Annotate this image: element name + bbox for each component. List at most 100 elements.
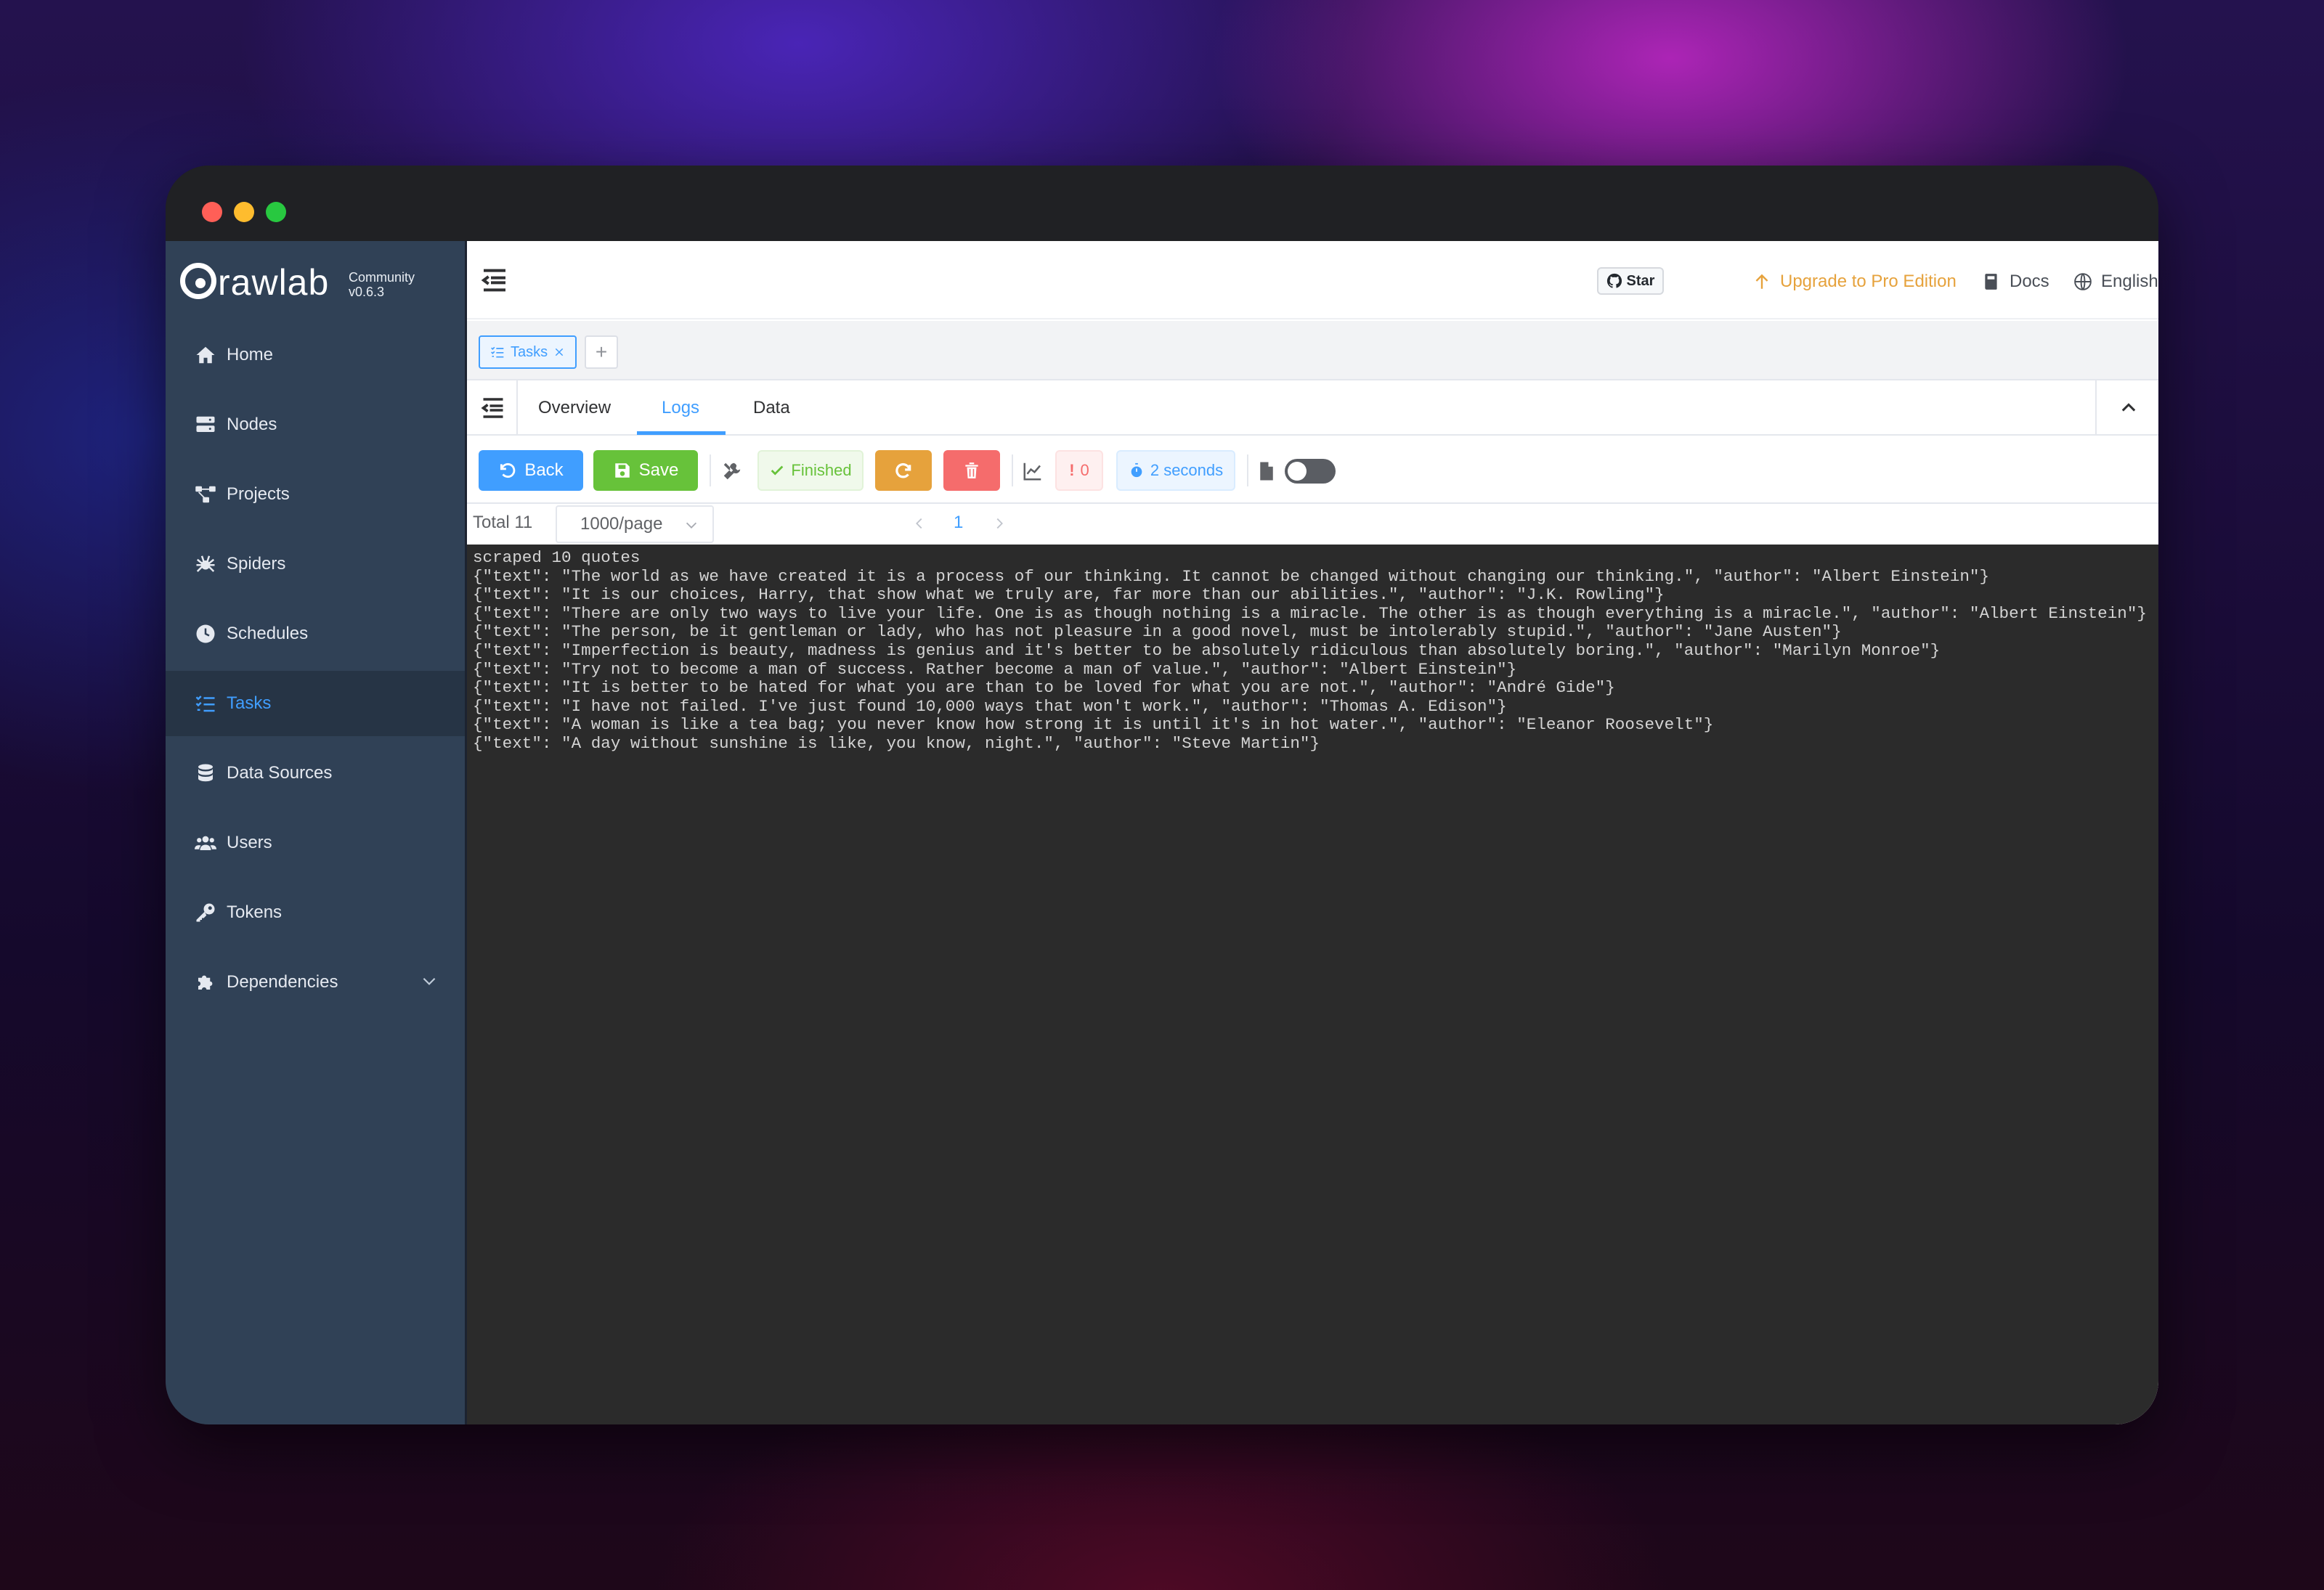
log-viewer[interactable]: scraped 10 quotes {"text": "The world as… [467, 545, 2158, 1424]
tag-tasks[interactable]: Tasks [479, 335, 577, 369]
stopwatch-icon [1131, 462, 1142, 478]
docs-label: Docs [2010, 272, 2049, 291]
task-toolbar: Back Save Finished ! 0 2 seconds [467, 436, 2158, 504]
upgrade-link[interactable]: Upgrade to Pro Edition [1752, 267, 1957, 296]
restart-button[interactable] [875, 450, 932, 491]
tab-logs[interactable]: Logs [662, 380, 699, 436]
status-badge: Finished [757, 450, 864, 491]
sidebar-item-label: Nodes [227, 415, 277, 434]
undo-icon [500, 462, 516, 478]
sidebar-item-label: Data Sources [227, 763, 333, 783]
sidebar-item-tasks[interactable]: Tasks [166, 671, 465, 736]
logo-edition: Community v0.6.3 [349, 270, 415, 299]
database-icon [193, 761, 218, 786]
sidebar-item-label: Home [227, 345, 274, 364]
maximize-window-button[interactable] [266, 202, 286, 222]
tags-view-bar: Tasks + [467, 321, 2158, 380]
sidebar-item-users[interactable]: Users [166, 810, 465, 876]
error-count: 0 [1080, 461, 1089, 479]
server-icon [193, 412, 218, 437]
home-icon [193, 343, 218, 367]
page-size-select[interactable]: 1000/page [556, 505, 714, 543]
globe-icon [2074, 273, 2092, 290]
edition-name: Community [349, 270, 415, 285]
close-icon[interactable] [553, 346, 565, 358]
sidebar-toggle-icon[interactable] [480, 266, 509, 295]
tasks-icon [193, 691, 218, 716]
chevron-down-icon[interactable] [420, 971, 439, 990]
save-label: Save [638, 460, 679, 480]
back-label: Back [524, 460, 564, 480]
sidebar-item-data-sources[interactable]: Data Sources [166, 741, 465, 806]
save-button[interactable]: Save [593, 450, 698, 491]
log-line: {"text": "I have not failed. I've just f… [473, 696, 1507, 716]
sidebar-item-tokens[interactable]: Tokens [166, 880, 465, 945]
trash-icon [965, 462, 978, 478]
edition-version: v0.6.3 [349, 285, 385, 299]
github-icon [1606, 273, 1622, 288]
language-dropdown[interactable]: English [2073, 267, 2158, 296]
sidebar-item-nodes[interactable]: Nodes [166, 392, 465, 457]
log-line: {"text": "It is better to be hated for w… [473, 678, 1615, 698]
duration-badge: 2 seconds [1116, 450, 1235, 491]
tab-data[interactable]: Data [753, 380, 790, 436]
auto-update-toggle[interactable] [1285, 459, 1336, 484]
log-line: {"text": "There are only two ways to liv… [473, 603, 2147, 623]
star-label: Star [1626, 272, 1655, 289]
sidebar-item-label: Tokens [227, 902, 283, 922]
nav-toggle-icon[interactable] [480, 395, 506, 421]
tasks-icon [491, 346, 504, 358]
sidebar-item-projects[interactable]: Projects [166, 462, 465, 527]
close-window-button[interactable] [202, 202, 222, 222]
clock-icon [193, 621, 218, 646]
chart-line-icon [1023, 462, 1041, 481]
key-icon [193, 900, 218, 925]
app-logo[interactable]: rawlab Community v0.6.3 [180, 257, 456, 305]
divider [710, 454, 711, 486]
save-icon [614, 463, 630, 478]
docs-link[interactable]: Docs [1982, 267, 2049, 296]
upgrade-label: Upgrade to Pro Edition [1780, 272, 1957, 291]
chevron-down-icon [686, 522, 697, 529]
log-line: {"text": "It is our choices, Harry, that… [473, 585, 1665, 605]
log-line: {"text": "A day without sunshine is like… [473, 733, 1320, 753]
current-page[interactable]: 1 [954, 513, 963, 533]
divider [1012, 454, 1013, 486]
minimize-window-button[interactable] [234, 202, 254, 222]
logo-text: rawlab [218, 262, 330, 303]
tab-overview[interactable]: Overview [538, 380, 611, 436]
sidebar-item-schedules[interactable]: Schedules [166, 601, 465, 666]
arrow-up-icon [1755, 274, 1768, 289]
sidebar-item-spiders[interactable]: Spiders [166, 531, 465, 597]
prev-page-icon[interactable] [911, 515, 927, 531]
sidebar-item-label: Schedules [227, 624, 309, 643]
detail-tabs: Overview Logs Data [467, 380, 2158, 436]
project-diagram-icon [193, 482, 218, 507]
tools-icon [723, 462, 741, 480]
next-page-icon[interactable] [991, 515, 1007, 531]
error-count-badge: ! 0 [1055, 450, 1103, 491]
main-content: Star Upgrade to Pro Edition Docs English… [465, 241, 2158, 1424]
tag-label: Tasks [511, 343, 548, 360]
log-line: {"text": "A woman is like a tea bag; you… [473, 715, 1714, 735]
sidebar-item-home[interactable]: Home [166, 322, 465, 388]
log-line: scraped 10 quotes [473, 548, 641, 567]
top-header: Star Upgrade to Pro Edition Docs English… [467, 241, 2158, 319]
github-star-button[interactable]: Star [1597, 267, 1664, 295]
language-label: English [2101, 272, 2158, 291]
sidebar-item-dependencies[interactable]: Dependencies [166, 950, 465, 1015]
active-tab-indicator [637, 431, 726, 435]
sidebar-item-label: Dependencies [227, 972, 338, 992]
redo-icon [895, 462, 911, 478]
add-tag-button[interactable]: + [585, 335, 618, 369]
logo-c-icon [180, 263, 216, 299]
sidebar-item-label: Tasks [227, 693, 272, 713]
delete-button[interactable] [943, 450, 1000, 491]
collapse-button[interactable] [2095, 380, 2158, 436]
puzzle-icon [193, 970, 218, 995]
status-label: Finished [791, 461, 852, 479]
sidebar-item-label: Projects [227, 484, 290, 504]
back-button[interactable]: Back [479, 450, 583, 491]
log-line: {"text": "The world as we have created i… [473, 566, 1990, 586]
check-icon [771, 465, 784, 476]
